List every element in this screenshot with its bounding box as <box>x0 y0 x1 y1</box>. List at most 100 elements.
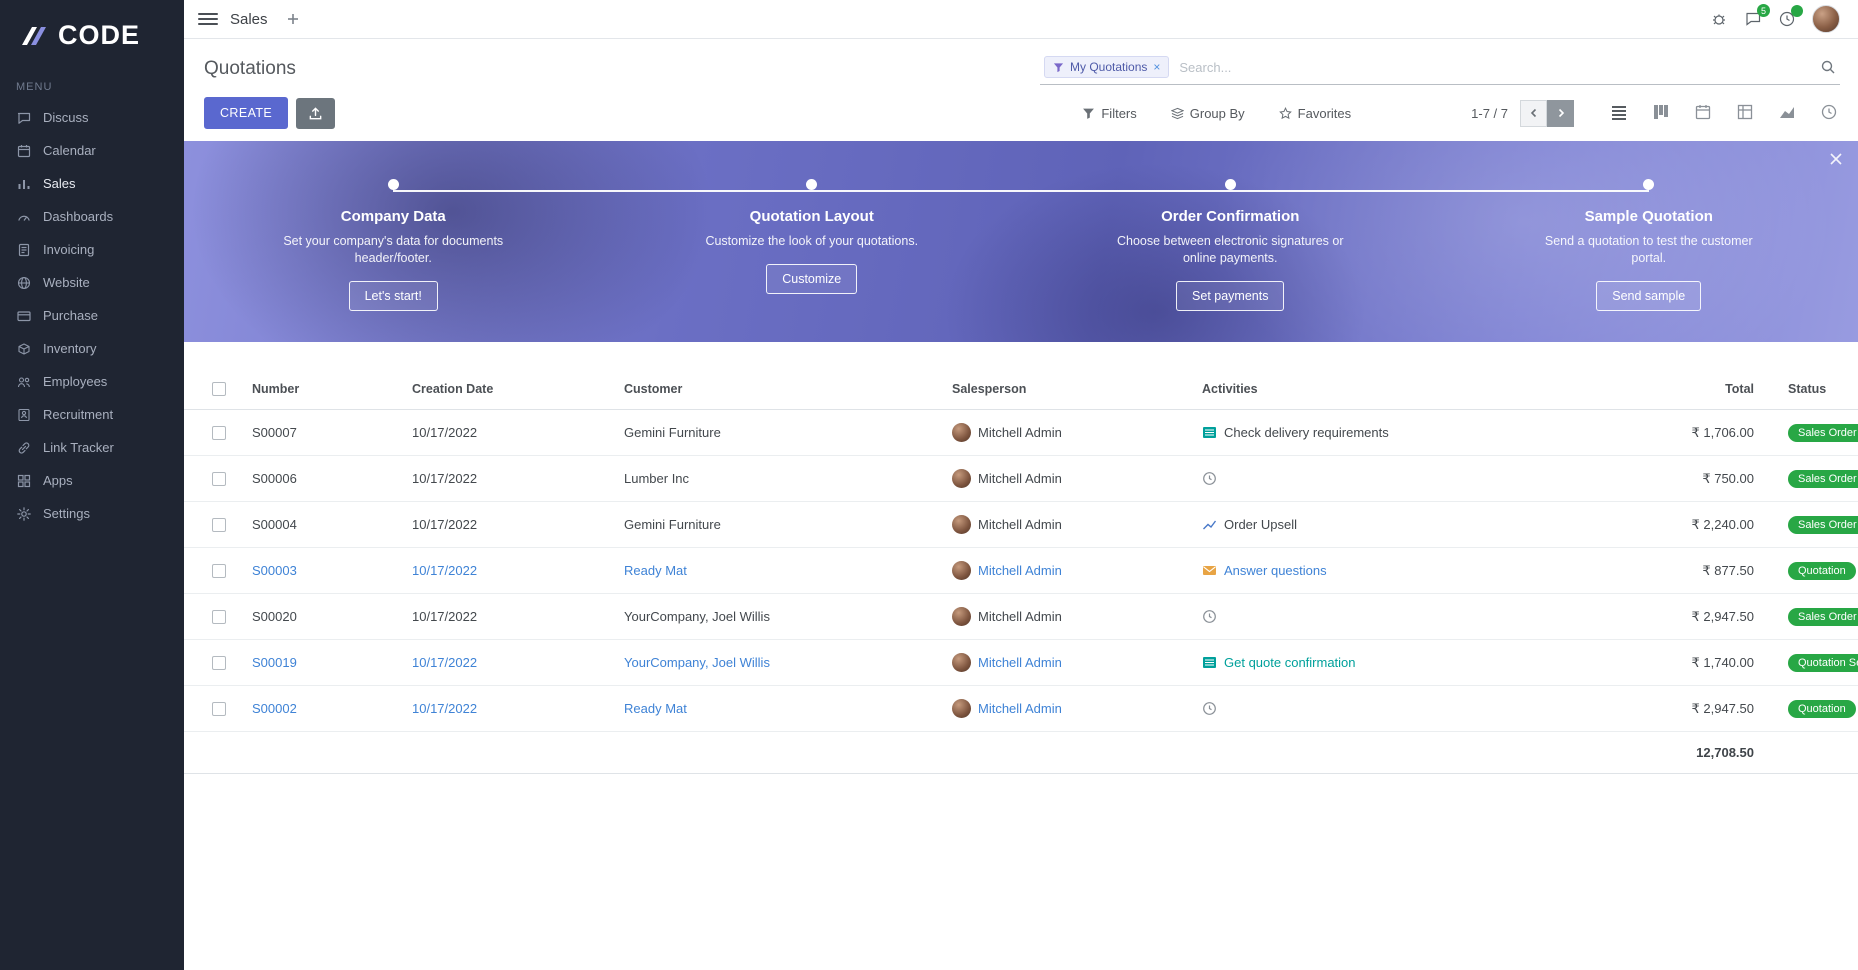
kanban-view-button[interactable] <box>1652 103 1672 123</box>
row-checkbox[interactable] <box>212 610 226 624</box>
sidebar-item-website[interactable]: Website <box>0 266 184 299</box>
sidebar-item-calendar[interactable]: Calendar <box>0 134 184 167</box>
column-header-total[interactable]: Total <box>1622 382 1772 396</box>
table-row[interactable]: S00019 10/17/2022 YourCompany, Joel Will… <box>184 640 1858 686</box>
favorites-label: Favorites <box>1298 106 1351 121</box>
pager-previous-button[interactable] <box>1520 100 1547 127</box>
salesperson-avatar <box>952 607 971 626</box>
sidebar-item-employees[interactable]: Employees <box>0 365 184 398</box>
row-checkbox[interactable] <box>212 564 226 578</box>
activity-chart-icon[interactable] <box>1202 517 1217 532</box>
topbar-app-name[interactable]: Sales <box>230 11 268 28</box>
table-row[interactable]: S00003 10/17/2022 Ready Mat Mitchell Adm… <box>184 548 1858 594</box>
table-row[interactable]: S00004 10/17/2022 Gemini Furniture Mitch… <box>184 502 1858 548</box>
pivot-view-button[interactable] <box>1736 103 1756 123</box>
main-area: Sales 5 Quotations <box>184 0 1858 970</box>
cell-creation-date: 10/17/2022 <box>412 701 624 716</box>
calendar-view-button[interactable] <box>1694 103 1714 123</box>
cell-creation-date: 10/17/2022 <box>412 517 624 532</box>
cell-total: ₹ 1,706.00 <box>1622 425 1772 441</box>
cell-customer: Ready Mat <box>624 701 952 716</box>
favorites-button[interactable]: Favorites <box>1279 106 1351 121</box>
search-bar[interactable]: My Quotations × <box>1040 53 1840 85</box>
row-checkbox[interactable] <box>212 426 226 440</box>
activity-view-button[interactable] <box>1820 103 1840 123</box>
activity-clock-icon[interactable] <box>1202 609 1217 624</box>
sidebar-item-label: Recruitment <box>43 407 113 422</box>
sidebar-item-link-tracker[interactable]: Link Tracker <box>0 431 184 464</box>
row-checkbox[interactable] <box>212 656 226 670</box>
search-filter-chip[interactable]: My Quotations × <box>1044 56 1169 78</box>
row-checkbox[interactable] <box>212 702 226 716</box>
column-header-salesperson[interactable]: Salesperson <box>952 382 1202 396</box>
table-row[interactable]: S00020 10/17/2022 YourCompany, Joel Will… <box>184 594 1858 640</box>
activity-clock-icon[interactable] <box>1202 471 1217 486</box>
salesperson-avatar <box>952 423 971 442</box>
list-view-button[interactable] <box>1610 103 1630 123</box>
sidebar-item-purchase[interactable]: Purchase <box>0 299 184 332</box>
cell-activity[interactable]: Get quote confirmation <box>1224 655 1356 670</box>
sidebar-item-discuss[interactable]: Discuss <box>0 101 184 134</box>
activity-list-icon[interactable] <box>1202 655 1217 670</box>
cell-salesperson: Mitchell Admin <box>978 471 1062 486</box>
sidebar-item-recruitment[interactable]: Recruitment <box>0 398 184 431</box>
messages-icon[interactable]: 5 <box>1744 10 1762 28</box>
graph-view-button[interactable] <box>1778 103 1798 123</box>
plus-icon[interactable] <box>286 12 300 26</box>
search-icon[interactable] <box>1820 59 1836 75</box>
salesperson-avatar <box>952 699 971 718</box>
pager-next-button[interactable] <box>1547 100 1574 127</box>
user-avatar[interactable] <box>1812 5 1840 33</box>
sidebar-item-invoicing[interactable]: Invoicing <box>0 233 184 266</box>
set-payments-button[interactable]: Set payments <box>1176 281 1284 311</box>
send-sample-button[interactable]: Send sample <box>1596 281 1701 311</box>
select-all-checkbox[interactable] <box>212 382 226 396</box>
cell-activity[interactable]: Order Upsell <box>1224 517 1297 532</box>
cell-creation-date: 10/17/2022 <box>412 609 624 624</box>
table-row[interactable]: S00002 10/17/2022 Ready Mat Mitchell Adm… <box>184 686 1858 732</box>
sidebar-item-dashboards[interactable]: Dashboards <box>0 200 184 233</box>
gear-icon <box>16 506 32 522</box>
step-description: Send a quotation to test the customer po… <box>1531 233 1766 267</box>
column-header-customer[interactable]: Customer <box>624 382 952 396</box>
row-checkbox[interactable] <box>212 518 226 532</box>
cell-activity[interactable]: Check delivery requirements <box>1224 425 1389 440</box>
lets-start-button[interactable]: Let's start! <box>349 281 438 311</box>
activities-clock-icon[interactable] <box>1778 10 1796 28</box>
sidebar-item-sales[interactable]: Sales <box>0 167 184 200</box>
sidebar-item-inventory[interactable]: Inventory <box>0 332 184 365</box>
sidebar-item-settings[interactable]: Settings <box>0 497 184 530</box>
table-row[interactable]: S00007 10/17/2022 Gemini Furniture Mitch… <box>184 410 1858 456</box>
row-checkbox[interactable] <box>212 472 226 486</box>
brand-logo[interactable]: CODE <box>0 0 184 65</box>
remove-filter-icon[interactable]: × <box>1153 61 1160 73</box>
cell-activity[interactable]: Answer questions <box>1224 563 1327 578</box>
search-input[interactable] <box>1179 60 1820 75</box>
sidebar-item-label: Invoicing <box>43 242 94 257</box>
cell-salesperson: Mitchell Admin <box>978 655 1062 670</box>
activity-clock-icon[interactable] <box>1202 701 1217 716</box>
create-button[interactable]: CREATE <box>204 97 288 129</box>
cell-total: ₹ 2,947.50 <box>1622 701 1772 717</box>
sidebar-item-apps[interactable]: Apps <box>0 464 184 497</box>
table-row[interactable]: S00006 10/17/2022 Lumber Inc Mitchell Ad… <box>184 456 1858 502</box>
filters-button[interactable]: Filters <box>1082 106 1136 121</box>
status-badge: Sales Order <box>1788 470 1858 488</box>
column-header-activities[interactable]: Activities <box>1202 382 1622 396</box>
customize-button[interactable]: Customize <box>766 264 857 294</box>
bug-icon[interactable] <box>1710 10 1728 28</box>
column-header-number[interactable]: Number <box>252 382 412 396</box>
column-header-status[interactable]: Status <box>1772 382 1858 396</box>
group-by-button[interactable]: Group By <box>1171 106 1245 121</box>
column-header-creation-date[interactable]: Creation Date <box>412 382 624 396</box>
step-description: Choose between electronic signatures or … <box>1113 233 1348 267</box>
list-view-icon <box>1610 103 1628 121</box>
cell-creation-date: 10/17/2022 <box>412 471 624 486</box>
cell-number: S00006 <box>252 471 412 486</box>
activity-envelope-icon[interactable] <box>1202 563 1217 578</box>
hamburger-menu-icon[interactable] <box>198 13 218 25</box>
cell-number: S00007 <box>252 425 412 440</box>
activity-list-icon[interactable] <box>1202 425 1217 440</box>
table-footer-row: 12,708.50 <box>184 732 1858 774</box>
export-upload-button[interactable] <box>296 98 335 129</box>
